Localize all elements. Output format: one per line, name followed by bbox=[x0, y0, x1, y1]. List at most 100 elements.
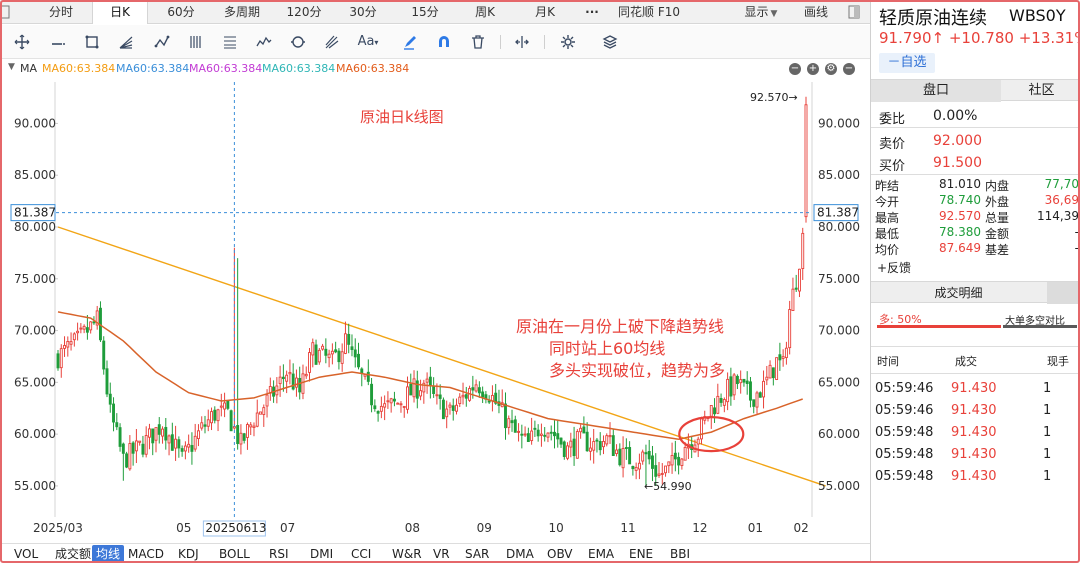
panel-toggle-icon[interactable] bbox=[0, 0, 10, 24]
feedback-link[interactable]: +反馈 bbox=[877, 259, 911, 276]
indicator-tab[interactable]: BOLL bbox=[215, 545, 254, 563]
candle-body bbox=[281, 376, 285, 380]
candle-body bbox=[115, 422, 119, 428]
draw-line-button[interactable]: 画线 bbox=[796, 0, 836, 24]
candle-body bbox=[154, 427, 158, 441]
candle-body bbox=[386, 400, 390, 403]
plus-circle-icon[interactable]: + bbox=[807, 63, 819, 75]
candle-body bbox=[530, 430, 534, 442]
indicator-tab[interactable]: RSI bbox=[265, 545, 293, 563]
close-circle-icon[interactable]: − bbox=[843, 63, 855, 75]
candle-body bbox=[510, 420, 514, 424]
split-view-icon[interactable] bbox=[510, 30, 534, 54]
tab-60min[interactable]: 60分 bbox=[158, 0, 204, 24]
candle-body bbox=[167, 435, 171, 444]
buy-price-label: 买价 bbox=[879, 159, 906, 174]
tab-multi-period[interactable]: 多周期 bbox=[216, 0, 268, 24]
tab-fenshi[interactable]: 分时 bbox=[40, 0, 82, 24]
indicator-tab[interactable]: EMA bbox=[584, 545, 618, 563]
fibonacci-tool-icon[interactable] bbox=[218, 30, 242, 54]
indicator-tab[interactable]: VOL bbox=[10, 545, 42, 563]
kline-chart[interactable]: 81.387 81.38720250613 90.000 90.00085.000 8… bbox=[0, 78, 870, 543]
indicator-tab[interactable]: ENE bbox=[625, 545, 657, 563]
indicator-tab[interactable]: 成交额 bbox=[51, 545, 95, 563]
indicator-tab[interactable]: CCI bbox=[347, 545, 375, 563]
candle-body bbox=[647, 450, 651, 460]
candle-body bbox=[396, 402, 400, 405]
candle-body bbox=[321, 345, 325, 350]
candle-body bbox=[539, 433, 543, 436]
tab-daily-k[interactable]: 日K bbox=[92, 0, 148, 24]
candle-body bbox=[291, 373, 295, 390]
divider bbox=[871, 174, 1080, 175]
indicator-tab[interactable]: W&R bbox=[388, 545, 426, 563]
indicator-tab[interactable]: DMA bbox=[502, 545, 538, 563]
candle-body bbox=[624, 447, 628, 450]
indicator-tab[interactable]: SAR bbox=[461, 545, 493, 563]
pitchfork-tool-icon[interactable] bbox=[320, 30, 344, 54]
rectangle-tool-icon[interactable] bbox=[80, 30, 104, 54]
candle-body bbox=[477, 387, 481, 394]
line-tool-icon[interactable] bbox=[46, 30, 70, 54]
ma-legend-item: MA60:63.384 bbox=[116, 62, 190, 75]
candle-body bbox=[239, 432, 243, 445]
candle-body bbox=[337, 350, 341, 363]
trade-detail-tab-2[interactable] bbox=[1047, 282, 1080, 304]
display-menu[interactable]: 显示 ▼ bbox=[738, 0, 784, 24]
add-watchlist-button[interactable]: －自选 bbox=[879, 53, 935, 73]
indicator-tab[interactable]: OBV bbox=[543, 545, 577, 563]
settings-circle-icon[interactable]: ⚙ bbox=[825, 63, 837, 75]
candle-body bbox=[252, 425, 256, 428]
minus-circle-icon[interactable]: − bbox=[789, 63, 801, 75]
candle-body bbox=[588, 447, 592, 452]
tab-30min[interactable]: 30分 bbox=[340, 0, 386, 24]
f10-link[interactable]: 同花顺 F10 bbox=[612, 0, 686, 24]
settings-gear-icon[interactable] bbox=[556, 30, 580, 54]
indicator-tabbar: VOL 成交额 均线 MACD KDJ BOLL RSI DMI CCI W&R VR SAR DMA O… bbox=[0, 543, 870, 563]
candle-body bbox=[402, 405, 406, 408]
indicator-tab[interactable]: DMI bbox=[306, 545, 337, 563]
tab-120min[interactable]: 120分 bbox=[280, 0, 328, 24]
wave-tool-icon[interactable] bbox=[150, 30, 174, 54]
parallel-lines-tool-icon[interactable] bbox=[184, 30, 208, 54]
text-tool-icon[interactable]: Aa▾ bbox=[356, 30, 380, 54]
cycle-tool-icon[interactable] bbox=[286, 30, 310, 54]
weibi-label: 委比 bbox=[879, 112, 906, 127]
tab-shequ[interactable]: 社区 bbox=[1002, 80, 1080, 102]
tab-pankou[interactable]: 盘口 bbox=[871, 80, 1001, 102]
magnet-tool-icon[interactable] bbox=[432, 30, 456, 54]
indicator-tab[interactable]: MACD bbox=[124, 545, 168, 563]
trash-icon[interactable] bbox=[466, 30, 490, 54]
trade-time: 05:59:46 bbox=[875, 381, 934, 396]
candle-body bbox=[229, 410, 233, 432]
pattern-tool-icon[interactable] bbox=[252, 30, 276, 54]
x-tick-label: 11 bbox=[620, 521, 635, 535]
candle-body bbox=[615, 449, 619, 455]
candle-body bbox=[177, 439, 181, 449]
collapse-caret-icon[interactable]: ▼ bbox=[8, 62, 15, 72]
indicator-tab[interactable]: VR bbox=[429, 545, 454, 563]
candle-body bbox=[317, 349, 321, 363]
candle-body bbox=[170, 434, 174, 451]
fan-tool-icon[interactable] bbox=[114, 30, 138, 54]
pen-tool-icon[interactable] bbox=[398, 30, 422, 54]
trade-list: 05:59:46 91.430 1 05:59:46 91.430 1 05:59:48 91… bbox=[871, 378, 1080, 490]
crosshair-tool-icon[interactable] bbox=[10, 30, 34, 54]
layers-icon[interactable] bbox=[598, 30, 622, 54]
indicator-tab[interactable]: KDJ bbox=[174, 545, 203, 563]
tab-monthly-k[interactable]: 月K bbox=[524, 0, 566, 24]
y-tick-label: 55.000 bbox=[14, 479, 56, 493]
trade-detail-title[interactable]: 成交明细 bbox=[871, 282, 1046, 304]
tab-15min[interactable]: 15分 bbox=[402, 0, 448, 24]
candle-body bbox=[788, 309, 792, 349]
more-periods-button[interactable]: ··· bbox=[578, 0, 606, 24]
candle-body bbox=[722, 399, 726, 406]
candle-body bbox=[572, 438, 576, 457]
indicator-tab[interactable]: 均线 bbox=[92, 545, 125, 563]
sidebar-toggle-icon[interactable] bbox=[846, 0, 862, 24]
candle-body bbox=[373, 405, 377, 410]
y-tick-label: 80.000 bbox=[14, 220, 56, 234]
indicator-tab[interactable]: BBI bbox=[666, 545, 694, 563]
crosshair: 81.387 81.387 20250613 bbox=[10, 82, 859, 537]
tab-weekly-k[interactable]: 周K bbox=[464, 0, 506, 24]
